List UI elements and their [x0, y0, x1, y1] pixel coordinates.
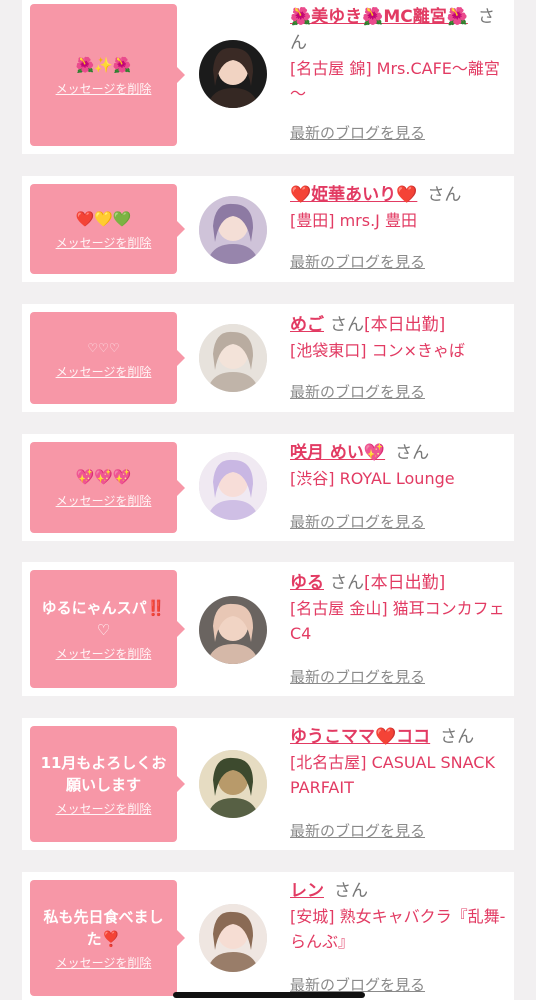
status-tag: [本日出勤]: [364, 573, 446, 593]
message-card: 🌺✨🌺 メッセージを削除 🌺美ゆき🌺MC離宮🌺 さん [名古屋 錦] Mrs.CAFE～…: [22, 0, 514, 154]
profile-photo-icon: [199, 750, 267, 818]
delete-message-link[interactable]: メッセージを削除: [56, 492, 152, 509]
cast-name-link[interactable]: めご: [290, 315, 324, 335]
message-bubble: 💖💖💖 メッセージを削除: [30, 442, 185, 533]
message-bubble: ♡♡♡ メッセージを削除: [30, 312, 185, 404]
honorific: さん: [330, 315, 364, 335]
message-bubble: 私も先日食べました❣️ メッセージを削除: [30, 880, 185, 996]
profile-info: ❤️姫華あいり❤️ さん [豊田] mrs.J 豊田: [290, 182, 508, 233]
latest-blog-link[interactable]: 最新のブログを見る: [290, 122, 425, 143]
profile-info: めご さん[本日出勤] [池袋東口] コン×きゃば: [290, 312, 508, 363]
cast-name-link[interactable]: ❤️姫華あいり❤️: [290, 185, 417, 205]
honorific: さん: [427, 185, 462, 205]
delete-message-link[interactable]: メッセージを削除: [56, 234, 152, 251]
cast-name-link[interactable]: 🌺美ゆき🌺MC離宮🌺: [290, 7, 468, 27]
honorific: さん: [440, 727, 475, 747]
home-indicator: [173, 992, 365, 998]
latest-blog-link[interactable]: 最新のブログを見る: [290, 511, 425, 532]
profile-info: 🌺美ゆき🌺MC離宮🌺 さん [名古屋 錦] Mrs.CAFE～離宮～: [290, 4, 508, 106]
name-line: ゆる さん[本日出勤]: [290, 570, 508, 596]
message-text: 11月もよろしくお願いします: [40, 753, 167, 794]
profile-photo-icon: [199, 324, 267, 392]
message-card: ゆるにゃんスパ‼️ ♡ メッセージを削除 ゆる さん[本日出勤] [名古屋 金山] 猫耳…: [22, 562, 514, 696]
message-text: 💖💖💖: [75, 468, 132, 486]
message-bubble: 🌺✨🌺 メッセージを削除: [30, 4, 185, 146]
message-card: ♡♡♡ メッセージを削除 めご さん[本日出勤] [池袋東口] コン×きゃば 最新のブログ…: [22, 304, 514, 412]
profile-info: ゆうこママ❤️ココ さん [北名古屋] CASUAL SNACK PARFAIT: [290, 724, 508, 800]
message-bubble: 11月もよろしくお願いしますメッセージを削除: [30, 726, 185, 842]
message-card: 私も先日食べました❣️ メッセージを削除 レン さん [安城] 熟女キャバクラ『乱舞-ら…: [22, 872, 514, 1000]
message-text: 🌺✨🌺: [75, 55, 132, 74]
message-bubble: ❤️💛💚 メッセージを削除: [30, 184, 185, 274]
message-text: ♡♡♡: [87, 340, 120, 355]
profile-info: ゆる さん[本日出勤] [名古屋 金山] 猫耳コンカフェ C4: [290, 570, 508, 646]
name-line: ❤️姫華あいり❤️ さん: [290, 182, 508, 208]
honorific: さん: [330, 573, 364, 593]
message-card: 11月もよろしくお願いしますメッセージを削除 ゆうこママ❤️ココ さん [北名古屋] …: [22, 718, 514, 850]
profile-photo-icon: [199, 596, 267, 664]
shop-info: [渋谷] ROYAL Lounge: [290, 469, 455, 488]
shop-info: [池袋東口] コン×きゃば: [290, 341, 465, 360]
name-line: レン さん: [290, 878, 508, 904]
shop-info: [安城] 熟女キャバクラ『乱舞-らんぶ』: [290, 907, 506, 951]
avatar[interactable]: [199, 452, 267, 520]
delete-message-link[interactable]: メッセージを削除: [56, 954, 152, 971]
latest-blog-link[interactable]: 最新のブログを見る: [290, 251, 425, 272]
shop-info: [名古屋 錦] Mrs.CAFE～離宮～: [290, 59, 500, 103]
profile-photo-icon: [199, 452, 267, 520]
delete-message-link[interactable]: メッセージを削除: [56, 363, 152, 380]
profile-photo-icon: [199, 40, 267, 108]
name-line: ゆうこママ❤️ココ さん: [290, 724, 508, 750]
avatar[interactable]: [199, 904, 267, 972]
avatar[interactable]: [199, 40, 267, 108]
latest-blog-link[interactable]: 最新のブログを見る: [290, 381, 425, 402]
message-text: 私も先日食べました❣️: [43, 907, 164, 948]
cast-name-link[interactable]: ゆる: [290, 573, 324, 593]
shop-info: [豊田] mrs.J 豊田: [290, 211, 417, 230]
honorific: さん: [334, 881, 368, 901]
avatar[interactable]: [199, 324, 267, 392]
status-tag: [本日出勤]: [364, 315, 446, 335]
delete-message-link[interactable]: メッセージを削除: [56, 80, 152, 97]
cast-name-link[interactable]: ゆうこママ❤️ココ: [290, 727, 430, 747]
avatar[interactable]: [199, 596, 267, 664]
message-card: ❤️💛💚 メッセージを削除 ❤️姫華あいり❤️ さん [豊田] mrs.J 豊田 最新のブ…: [22, 176, 514, 282]
name-line: 咲月 めい💖 さん: [290, 440, 508, 466]
avatar[interactable]: [199, 196, 267, 264]
delete-message-link[interactable]: メッセージを削除: [56, 645, 152, 662]
name-line: めご さん[本日出勤]: [290, 312, 508, 338]
latest-blog-link[interactable]: 最新のブログを見る: [290, 820, 425, 841]
profile-photo-icon: [199, 904, 267, 972]
profile-photo-icon: [199, 196, 267, 264]
shop-info: [北名古屋] CASUAL SNACK PARFAIT: [290, 753, 495, 797]
cast-name-link[interactable]: 咲月 めい💖: [290, 443, 385, 463]
message-card: 💖💖💖 メッセージを削除 咲月 めい💖 さん [渋谷] ROYAL Lounge 最新のブ…: [22, 434, 514, 541]
name-line: 🌺美ゆき🌺MC離宮🌺 さん: [290, 4, 508, 56]
latest-blog-link[interactable]: 最新のブログを見る: [290, 666, 425, 687]
cast-name-link[interactable]: レン: [290, 881, 324, 901]
honorific: さん: [395, 443, 430, 463]
shop-info: [名古屋 金山] 猫耳コンカフェ C4: [290, 599, 505, 643]
avatar[interactable]: [199, 750, 267, 818]
message-bubble: ゆるにゃんスパ‼️ ♡ メッセージを削除: [30, 570, 185, 688]
profile-info: レン さん [安城] 熟女キャバクラ『乱舞-らんぶ』: [290, 878, 508, 954]
delete-message-link[interactable]: メッセージを削除: [56, 800, 152, 817]
message-text: ❤️💛💚: [75, 209, 132, 228]
profile-info: 咲月 めい💖 さん [渋谷] ROYAL Lounge: [290, 440, 508, 491]
message-text: ゆるにゃんスパ‼️ ♡: [41, 598, 166, 639]
